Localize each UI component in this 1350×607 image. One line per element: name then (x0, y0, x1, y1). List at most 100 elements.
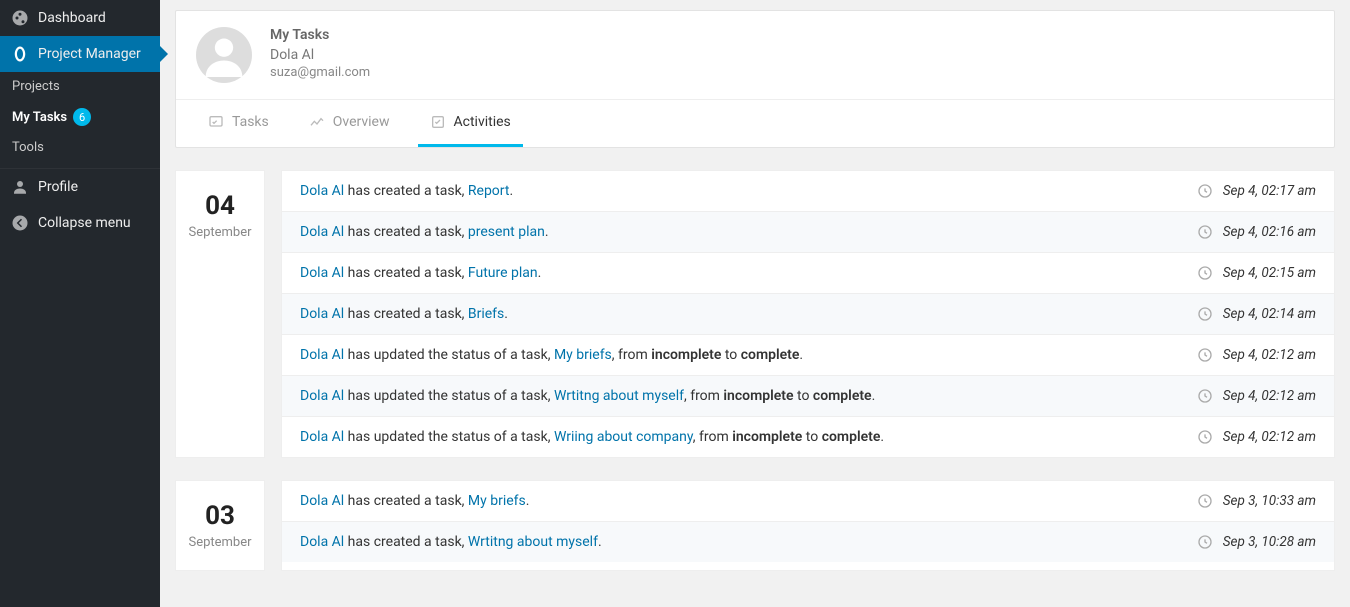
activity-tail: . (598, 534, 602, 550)
activity-task-link[interactable]: Wrtitng about myself (554, 388, 684, 404)
activity-user-link[interactable]: Dola Al (300, 347, 344, 363)
dashboard-icon (10, 8, 30, 28)
tab-activities-label: Activities (454, 114, 511, 130)
tab-tasks[interactable]: Tasks (196, 100, 281, 147)
clock-icon (1197, 347, 1213, 363)
activity-task-link[interactable]: Briefs (468, 306, 504, 322)
nav-collapse[interactable]: Collapse menu (0, 205, 160, 241)
avatar (196, 27, 252, 83)
activity-task-link[interactable]: Wriing about company (554, 429, 693, 445)
activity-timestamp: Sep 4, 02:12 am (1223, 347, 1316, 363)
tab-overview-label: Overview (333, 114, 390, 130)
activity-user-link[interactable]: Dola Al (300, 306, 344, 322)
day-month: September (182, 535, 258, 550)
activity-task-link[interactable]: My briefs (554, 347, 612, 363)
activity-tail: . (538, 265, 542, 281)
activity-text: Dola Al has updated the status of a task… (300, 347, 1197, 363)
day-block: 04September (175, 170, 265, 458)
tasks-icon (208, 114, 224, 130)
activity-timestamp: Sep 4, 02:14 am (1223, 306, 1316, 322)
clock-icon (1197, 183, 1213, 199)
sub-projects-label: Projects (12, 79, 60, 94)
activity-time: Sep 4, 02:12 am (1197, 429, 1316, 445)
nav-profile-label: Profile (38, 179, 78, 195)
activity-text: Dola Al has created a task, Report. (300, 183, 1197, 199)
tab-row: Tasks Overview Activities (176, 99, 1334, 147)
sub-mytasks-label: My Tasks (12, 110, 67, 125)
activity-timestamp: Sep 4, 02:17 am (1223, 183, 1316, 199)
activity-timestamp: Sep 4, 02:12 am (1223, 388, 1316, 404)
activity-user-link[interactable]: Dola Al (300, 265, 344, 281)
activity-time: Sep 4, 02:16 am (1197, 224, 1316, 240)
clock-icon (1197, 388, 1213, 404)
activity-tail: . (872, 388, 876, 404)
activity-tail: . (799, 347, 803, 363)
activity-text: Dola Al has updated the status of a task… (300, 429, 1197, 445)
nav-profile[interactable]: Profile (0, 169, 160, 205)
activity-tail: . (504, 306, 508, 322)
tab-activities[interactable]: Activities (418, 100, 523, 147)
day-group: 04September Dola Al has created a task, R… (175, 170, 1335, 458)
user-email: suza@gmail.com (270, 65, 370, 80)
activity-mid2: , from (693, 429, 732, 445)
activity-user-link[interactable]: Dola Al (300, 388, 344, 404)
activity-time: Sep 4, 02:12 am (1197, 388, 1316, 404)
mytasks-badge: 6 (73, 108, 91, 126)
activity-task-link[interactable]: My briefs (468, 493, 526, 509)
nav-dashboard[interactable]: Dashboard (0, 0, 160, 36)
nav-collapse-label: Collapse menu (38, 215, 131, 231)
activity-task-link[interactable]: Report (468, 183, 510, 199)
activity-status-from: incomplete (732, 429, 802, 445)
nav-project-manager[interactable]: Project Manager (0, 36, 160, 72)
activity-text: Dola Al has created a task, Briefs. (300, 306, 1197, 322)
activity-time: Sep 4, 02:12 am (1197, 347, 1316, 363)
sub-mytasks[interactable]: My Tasks 6 (0, 101, 160, 133)
nav-project-manager-label: Project Manager (38, 46, 141, 62)
activity-row: Dola Al has updated the status of a task… (282, 417, 1334, 457)
activity-user-link[interactable]: Dola Al (300, 183, 344, 199)
page-title: My Tasks (270, 27, 370, 43)
activity-status-to: complete (822, 429, 881, 445)
activity-timestamp: Sep 3, 10:28 am (1223, 534, 1316, 550)
activity-user-link[interactable]: Dola Al (300, 493, 344, 509)
activity-user-link[interactable]: Dola Al (300, 534, 344, 550)
activity-timestamp: Sep 3, 10:33 am (1223, 493, 1316, 509)
activity-row: Dola Al has updated the status of a task… (282, 335, 1334, 376)
header-card: My Tasks Dola Al suza@gmail.com Tasks Ov… (175, 10, 1335, 148)
profile-icon (10, 177, 30, 197)
clock-icon (1197, 534, 1213, 550)
activity-mid1: has created a task, (344, 224, 468, 240)
activity-mid3: to (802, 429, 821, 445)
project-manager-icon (10, 44, 30, 64)
main-content: My Tasks Dola Al suza@gmail.com Tasks Ov… (160, 0, 1350, 607)
sub-projects[interactable]: Projects (0, 72, 160, 101)
activity-status-to: complete (741, 347, 800, 363)
activity-task-link[interactable]: present plan (468, 224, 545, 240)
activity-task-link[interactable]: Wrtitng about myself (468, 534, 598, 550)
activity-list: Dola Al has created a task, My briefs. Se… (281, 480, 1335, 571)
activity-user-link[interactable]: Dola Al (300, 224, 344, 240)
activity-mid3: to (794, 388, 813, 404)
activity-timestamp: Sep 4, 02:12 am (1223, 429, 1316, 445)
activity-row: Dola Al has updated the status of a task… (282, 376, 1334, 417)
activity-mid1: has created a task, (344, 534, 468, 550)
activity-tail: . (509, 183, 513, 199)
activity-mid1: has updated the status of a task, (344, 429, 554, 445)
activity-status-to: complete (813, 388, 872, 404)
sidebar: Dashboard Project Manager Projects My Ta… (0, 0, 160, 607)
activity-task-link[interactable]: Future plan (468, 265, 538, 281)
activity-tail: . (526, 493, 530, 509)
activity-row: Dola Al has created a task, present plan… (282, 212, 1334, 253)
tab-overview[interactable]: Overview (297, 100, 402, 147)
activity-feed: 04SeptemberDola Al has created a task, R… (175, 170, 1335, 571)
nav-dashboard-label: Dashboard (38, 10, 106, 26)
activity-time: Sep 4, 02:17 am (1197, 183, 1316, 199)
activity-row: Dola Al has created a task, Wrtitng abou… (282, 522, 1334, 562)
sub-tools[interactable]: Tools (0, 133, 160, 162)
day-number: 04 (182, 191, 258, 221)
activity-mid1: has created a task, (344, 493, 468, 509)
activity-user-link[interactable]: Dola Al (300, 429, 344, 445)
activity-time: Sep 3, 10:33 am (1197, 493, 1316, 509)
activity-mid2: , from (612, 347, 651, 363)
activity-timestamp: Sep 4, 02:15 am (1223, 265, 1316, 281)
